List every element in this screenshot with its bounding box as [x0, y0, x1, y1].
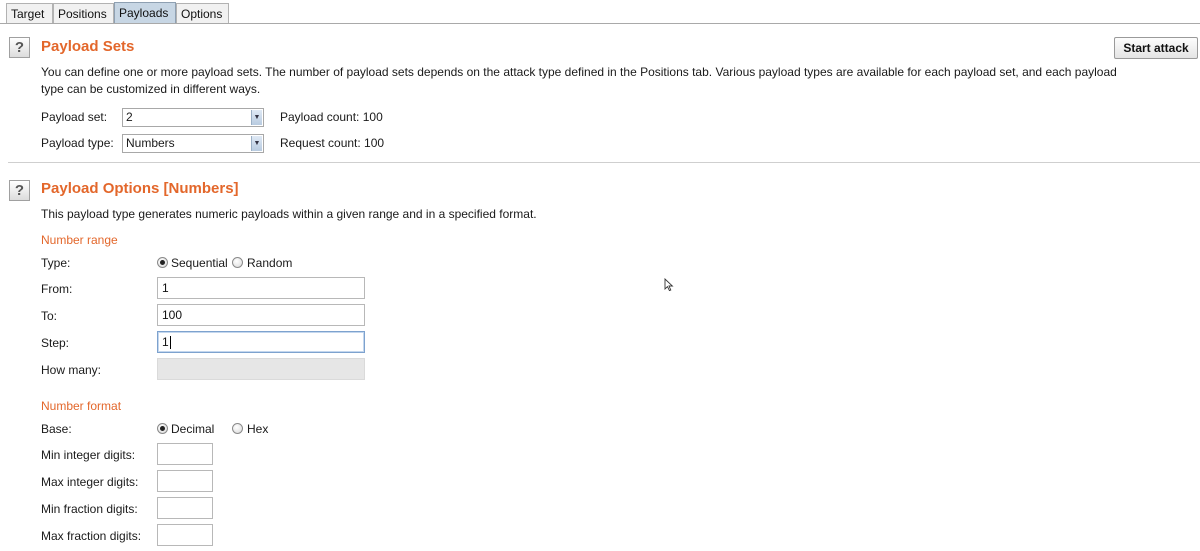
tab-target[interactable]: Target [6, 3, 53, 23]
sequential-label: Sequential [171, 256, 228, 270]
payload-set-label: Payload set: [41, 110, 108, 124]
to-input[interactable]: 100 [157, 304, 365, 326]
tab-bar: Target Positions Payloads Options [0, 0, 1200, 25]
number-range-heading: Number range [41, 233, 118, 247]
how-many-input [157, 358, 365, 380]
mouse-pointer-icon [664, 278, 674, 292]
max-fraction-digits-input[interactable] [157, 524, 213, 546]
tab-options[interactable]: Options [176, 3, 229, 23]
section-divider [8, 162, 1200, 163]
min-fraction-digits-label: Min fraction digits: [41, 502, 138, 516]
range-type-label: Type: [41, 256, 71, 270]
payload-sets-description: You can define one or more payload sets.… [41, 65, 1117, 96]
max-integer-digits-label: Max integer digits: [41, 475, 139, 489]
tab-payloads[interactable]: Payloads [114, 2, 176, 24]
from-label: From: [41, 282, 73, 296]
step-input[interactable]: 1 [157, 331, 365, 353]
payload-set-dropdown[interactable]: 2 ▼ [122, 108, 264, 127]
payload-options-title: Payload Options [Numbers] [41, 180, 239, 197]
request-count: Request count: 100 [280, 136, 385, 150]
min-integer-digits-input[interactable] [157, 443, 213, 465]
hex-radio[interactable] [232, 423, 243, 434]
min-integer-digits-label: Min integer digits: [41, 448, 136, 462]
step-value: 1 [162, 335, 169, 349]
to-label: To: [41, 309, 58, 323]
payload-options-description: This payload type generates numeric payl… [41, 207, 537, 221]
random-label: Random [247, 256, 293, 270]
how-many-label: How many: [41, 363, 102, 377]
payload-type-dropdown[interactable]: Numbers ▼ [122, 134, 264, 153]
number-format-heading: Number format [41, 399, 122, 413]
decimal-radio[interactable] [157, 423, 168, 434]
sequential-radio[interactable] [157, 257, 168, 268]
max-integer-digits-input[interactable] [157, 470, 213, 492]
decimal-label: Decimal [171, 422, 215, 436]
tab-bar-border [0, 23, 1200, 24]
chevron-down-icon: ▼ [251, 136, 262, 151]
chevron-down-icon: ▼ [251, 110, 262, 125]
max-fraction-digits-label: Max fraction digits: [41, 529, 142, 543]
tab-positions[interactable]: Positions [53, 3, 114, 23]
hex-label: Hex [247, 422, 269, 436]
payload-set-value: 2 [126, 110, 133, 124]
help-icon[interactable]: ? [9, 180, 30, 201]
min-fraction-digits-input[interactable] [157, 497, 213, 519]
start-attack-button[interactable]: Start attack [1114, 37, 1198, 59]
payload-type-value: Numbers [126, 136, 175, 150]
base-label: Base: [41, 422, 72, 436]
text-caret [169, 336, 171, 350]
payload-count: Payload count: 100 [280, 110, 383, 124]
step-label: Step: [41, 336, 70, 350]
random-radio[interactable] [232, 257, 243, 268]
help-icon[interactable]: ? [9, 37, 30, 58]
intruder-payloads-panel: Target Positions Payloads Options ? Payl… [0, 0, 1200, 551]
payload-sets-title: Payload Sets [41, 38, 135, 55]
payload-type-label: Payload type: [41, 136, 114, 150]
from-input[interactable]: 1 [157, 277, 365, 299]
